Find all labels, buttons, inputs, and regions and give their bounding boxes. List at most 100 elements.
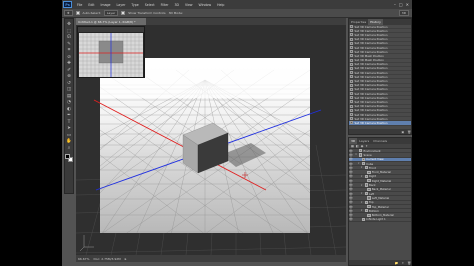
- scene-filter-icon[interactable]: ▦: [351, 144, 354, 148]
- history-brush-icon[interactable]: ↺: [66, 81, 72, 86]
- new-snapshot-icon[interactable]: ▣: [401, 130, 404, 134]
- options-bar: ✥ Auto-Select: Layer Show Transform Cont…: [62, 9, 412, 18]
- expand-chevron-icon[interactable]: ▾: [361, 175, 364, 178]
- navigator-title-bar: [78, 27, 144, 32]
- document-tab[interactable]: Untitled-1 @ 66.7% (Layer 1, RGB/8) *: [76, 18, 146, 25]
- history-step-icon: [350, 79, 353, 83]
- marquee-icon[interactable]: ⬚: [66, 29, 72, 34]
- history-step-icon: [350, 29, 353, 33]
- mesh-filter-icon[interactable]: ◧: [356, 144, 359, 148]
- status-menu-arrow-icon[interactable]: ▸: [125, 257, 127, 261]
- move-icon[interactable]: ✥: [66, 22, 72, 27]
- history-step-icon: [350, 113, 353, 117]
- tab-layers[interactable]: Layers: [357, 138, 371, 144]
- crop-icon[interactable]: ⌗: [66, 48, 72, 53]
- history-step-icon: [350, 66, 353, 70]
- path-select-icon[interactable]: ➤: [66, 126, 72, 131]
- expand-chevron-icon[interactable]: ▾: [361, 166, 364, 169]
- history-step-icon: [350, 71, 353, 75]
- expand-chevron-icon[interactable]: ▾: [361, 209, 364, 212]
- history-step-icon: [350, 92, 353, 96]
- minimize-icon[interactable]: –: [394, 2, 396, 7]
- 3d-layers-panel: 3D Layers Channels ▦ ◧ ◉ ✦ 👁 Environment 👁…: [348, 137, 412, 266]
- color-swatches[interactable]: [65, 154, 73, 162]
- lasso-icon[interactable]: ᘏ: [66, 35, 72, 40]
- expand-chevron-icon[interactable]: ▾: [361, 201, 364, 204]
- history-step-icon: [350, 108, 353, 112]
- shape-icon[interactable]: ▭: [66, 133, 72, 138]
- scene-node-icon: [367, 204, 371, 209]
- zoom-readout[interactable]: 66.67%: [78, 257, 89, 261]
- light-filter-icon[interactable]: ✦: [365, 144, 368, 148]
- history-step-icon: [350, 100, 353, 104]
- blur-icon[interactable]: ◔: [66, 100, 72, 105]
- scene-node-icon: [359, 153, 363, 157]
- scene-node-name: Back_Material: [371, 187, 391, 192]
- history-step-icon: [350, 96, 353, 100]
- close-icon[interactable]: ✕: [406, 2, 409, 7]
- material-filter-icon[interactable]: ◉: [361, 144, 364, 148]
- quick-select-icon[interactable]: ✎: [66, 42, 72, 47]
- type-icon[interactable]: T: [66, 120, 72, 125]
- menu-edit[interactable]: Edit: [85, 3, 97, 7]
- expand-chevron-icon[interactable]: ▾: [361, 184, 364, 187]
- app-logo: Ps: [63, 1, 72, 8]
- scene-node-icon: [364, 192, 368, 196]
- scene-node-icon: [359, 149, 363, 153]
- workspace-switcher[interactable]: 3D: [398, 10, 409, 16]
- auto-select-target-dropdown[interactable]: Layer: [103, 10, 119, 16]
- history-step-icon: [350, 25, 353, 29]
- dodge-icon[interactable]: ◐: [66, 107, 72, 112]
- eraser-icon[interactable]: ◫: [66, 87, 72, 92]
- zoom-icon[interactable]: ⌕: [66, 146, 72, 151]
- visibility-eye-icon[interactable]: 👁: [349, 217, 353, 221]
- menu-file[interactable]: File: [74, 3, 85, 7]
- menu-window[interactable]: Window: [196, 3, 215, 7]
- pen-icon[interactable]: ✒: [66, 113, 72, 118]
- auto-select-checkbox[interactable]: [75, 11, 80, 15]
- canvas-area[interactable]: [76, 25, 346, 255]
- history-step-icon: [350, 58, 353, 62]
- eyedropper-icon[interactable]: ⊘: [66, 55, 72, 60]
- trash-icon[interactable]: 🗑: [407, 261, 411, 265]
- menu-select[interactable]: Select: [142, 3, 158, 7]
- maximize-icon[interactable]: □: [399, 2, 403, 7]
- expand-chevron-icon[interactable]: ▾: [355, 153, 358, 156]
- navigator-preview: [79, 33, 143, 77]
- brush-icon[interactable]: ✐: [66, 68, 72, 73]
- scene-tree-row[interactable]: 👁 Infinite Light 1: [349, 217, 411, 223]
- menu-3d[interactable]: 3D: [171, 3, 181, 7]
- gradient-icon[interactable]: ▤: [66, 94, 72, 99]
- 3d-axis-widget[interactable]: [79, 235, 94, 252]
- show-transform-checkbox[interactable]: [121, 11, 126, 15]
- history-step-icon: [350, 83, 353, 87]
- history-step-icon: [350, 121, 353, 125]
- expand-chevron-icon[interactable]: ▾: [361, 192, 364, 195]
- menu-view[interactable]: View: [182, 3, 196, 7]
- scene-node-icon: [364, 200, 368, 204]
- healing-icon[interactable]: ✚: [66, 61, 72, 66]
- document-tab-bar: Untitled-1 @ 66.7% (Layer 1, RGB/8) *: [76, 18, 346, 25]
- navigator-overlay[interactable]: [77, 26, 145, 78]
- expand-chevron-icon[interactable]: ▾: [358, 162, 361, 165]
- scene-node-name: Infinite Light 1: [366, 217, 386, 222]
- stamp-icon[interactable]: ⊕: [66, 74, 72, 79]
- history-step-icon: [350, 54, 353, 58]
- folder-icon[interactable]: 📁: [395, 261, 399, 265]
- hand-icon[interactable]: ✋: [66, 139, 72, 144]
- menu-help[interactable]: Help: [214, 3, 227, 7]
- add-light-icon[interactable]: ✦: [402, 261, 405, 265]
- foreground-color-swatch[interactable]: [65, 154, 70, 159]
- tool-preset-picker[interactable]: ✥: [64, 10, 73, 16]
- menu-type[interactable]: Type: [128, 3, 141, 7]
- delete-state-icon[interactable]: 🗑: [407, 130, 411, 134]
- menu-filter[interactable]: Filter: [158, 3, 172, 7]
- menu-bar: Ps File Edit Image Layer Type Select Fil…: [62, 0, 412, 9]
- history-step-icon: [350, 75, 353, 79]
- menu-layer[interactable]: Layer: [114, 3, 129, 7]
- history-step-icon: [350, 87, 353, 91]
- history-item[interactable]: Set 3D Camera Position: [349, 121, 411, 126]
- menu-image[interactable]: Image: [98, 3, 114, 7]
- tab-channels[interactable]: Channels: [371, 138, 389, 144]
- scene-node-icon: [364, 209, 368, 213]
